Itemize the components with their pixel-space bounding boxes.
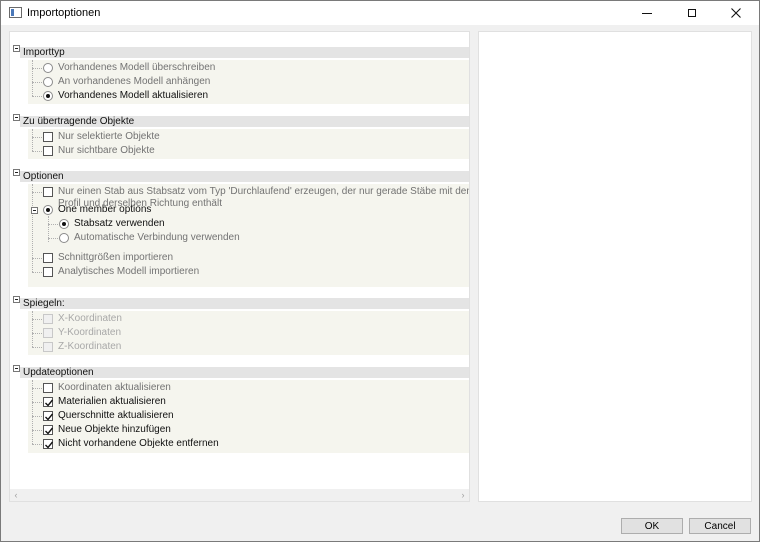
checkbox-label: Z-Koordinaten <box>58 341 122 352</box>
collapse-one-member-icon[interactable] <box>31 207 38 214</box>
close-icon <box>731 8 741 18</box>
checkbox-label: Analytisches Modell importieren <box>58 266 200 277</box>
section-header-objects: Zu übertragende Objekte <box>20 116 469 127</box>
checkbox-label: Querschnitte aktualisieren <box>58 410 174 421</box>
checkbox-box-disabled <box>43 342 53 352</box>
radio-label: Vorhandenes Modell aktualisieren <box>58 90 209 101</box>
import-options-window: Importoptionen Importtyp Vorhandenes Mod… <box>0 0 760 542</box>
section-title-update: Updateoptionen <box>23 367 94 378</box>
checkbox-box[interactable] <box>43 253 53 263</box>
checkbox-box[interactable] <box>43 267 53 277</box>
radio-circle-selected[interactable] <box>59 219 69 229</box>
checkbox-label: Koordinaten aktualisieren <box>58 382 171 393</box>
checkmark-icon <box>45 441 54 449</box>
section-header-update: Updateoptionen <box>20 367 469 378</box>
radio-circle-selected[interactable] <box>43 205 53 215</box>
radio-circle-selected[interactable] <box>43 91 53 101</box>
horizontal-scrollbar[interactable]: ‹ › <box>10 489 469 501</box>
close-button[interactable] <box>714 1 758 25</box>
section-header-optionen: Optionen <box>20 171 469 182</box>
section-title-objects: Zu übertragende Objekte <box>23 116 135 127</box>
cancel-button[interactable]: Cancel <box>689 518 751 534</box>
checkbox-box-checked[interactable] <box>43 439 54 449</box>
checkbox-box[interactable] <box>43 383 53 393</box>
section-title-importtyp: Importtyp <box>23 47 65 58</box>
collapse-importtyp-icon[interactable] <box>13 45 20 52</box>
ok-button[interactable]: OK <box>621 518 683 534</box>
checkbox-box-checked[interactable] <box>43 425 54 435</box>
checkbox-label: Nur sichtbare Objekte <box>58 145 155 156</box>
radio-label: Vorhandenes Modell überschreiben <box>58 62 216 73</box>
radio-label: An vorhandenes Modell anhängen <box>58 76 211 87</box>
checkbox-box[interactable] <box>43 146 53 156</box>
preview-pane <box>478 31 752 502</box>
collapse-optionen-icon[interactable] <box>13 169 20 176</box>
radio-label: Stabsatz verwenden <box>74 218 165 229</box>
title-bar[interactable]: Importoptionen <box>1 1 759 25</box>
checkbox-box-checked[interactable] <box>43 397 54 407</box>
section-title-optionen: Optionen <box>23 171 64 182</box>
checkbox-label: Nur selektierte Objekte <box>58 131 160 142</box>
maximize-button[interactable] <box>670 1 714 25</box>
radio-label: One member options <box>58 204 152 215</box>
checkbox-label: X-Koordinaten <box>58 313 122 324</box>
radio-circle[interactable] <box>43 63 53 73</box>
checkbox-box-disabled <box>43 314 53 324</box>
checkbox-box[interactable] <box>43 132 53 142</box>
scroll-right-icon[interactable]: › <box>457 489 469 501</box>
radio-circle[interactable] <box>43 77 53 87</box>
checkbox-label: Y-Koordinaten <box>58 327 122 338</box>
checkmark-icon <box>45 399 54 407</box>
checkbox-label: Nicht vorhandene Objekte entfernen <box>58 438 219 449</box>
section-title-spiegeln: Spiegeln: <box>23 298 65 309</box>
checkbox-label: Schnittgrößen importieren <box>58 252 174 263</box>
checkbox-box-disabled <box>43 328 53 338</box>
minimize-button[interactable] <box>625 1 669 25</box>
collapse-update-icon[interactable] <box>13 365 20 372</box>
minimize-icon <box>642 12 652 14</box>
window-title: Importoptionen <box>27 7 101 19</box>
checkbox-box[interactable] <box>43 187 53 197</box>
dialog-body: Importtyp Vorhandenes Modell überschreib… <box>1 25 759 541</box>
collapse-objects-icon[interactable] <box>13 114 20 121</box>
options-tree: Importtyp Vorhandenes Modell überschreib… <box>10 32 469 489</box>
radio-circle[interactable] <box>59 233 69 243</box>
scroll-left-icon[interactable]: ‹ <box>10 489 22 501</box>
checkmark-icon <box>45 427 54 435</box>
section-header-importtyp: Importtyp <box>20 47 469 58</box>
window-icon <box>9 7 22 18</box>
checkbox-box-checked[interactable] <box>43 411 54 421</box>
section-header-spiegeln: Spiegeln: <box>20 298 469 309</box>
options-tree-pane[interactable]: Importtyp Vorhandenes Modell überschreib… <box>9 31 470 502</box>
checkbox-label: Materialien aktualisieren <box>58 396 166 407</box>
checkbox-label: Neue Objekte hinzufügen <box>58 424 171 435</box>
collapse-spiegeln-icon[interactable] <box>13 296 20 303</box>
maximize-icon <box>688 9 696 17</box>
radio-label: Automatische Verbindung verwenden <box>74 232 240 243</box>
checkmark-icon <box>45 413 54 421</box>
